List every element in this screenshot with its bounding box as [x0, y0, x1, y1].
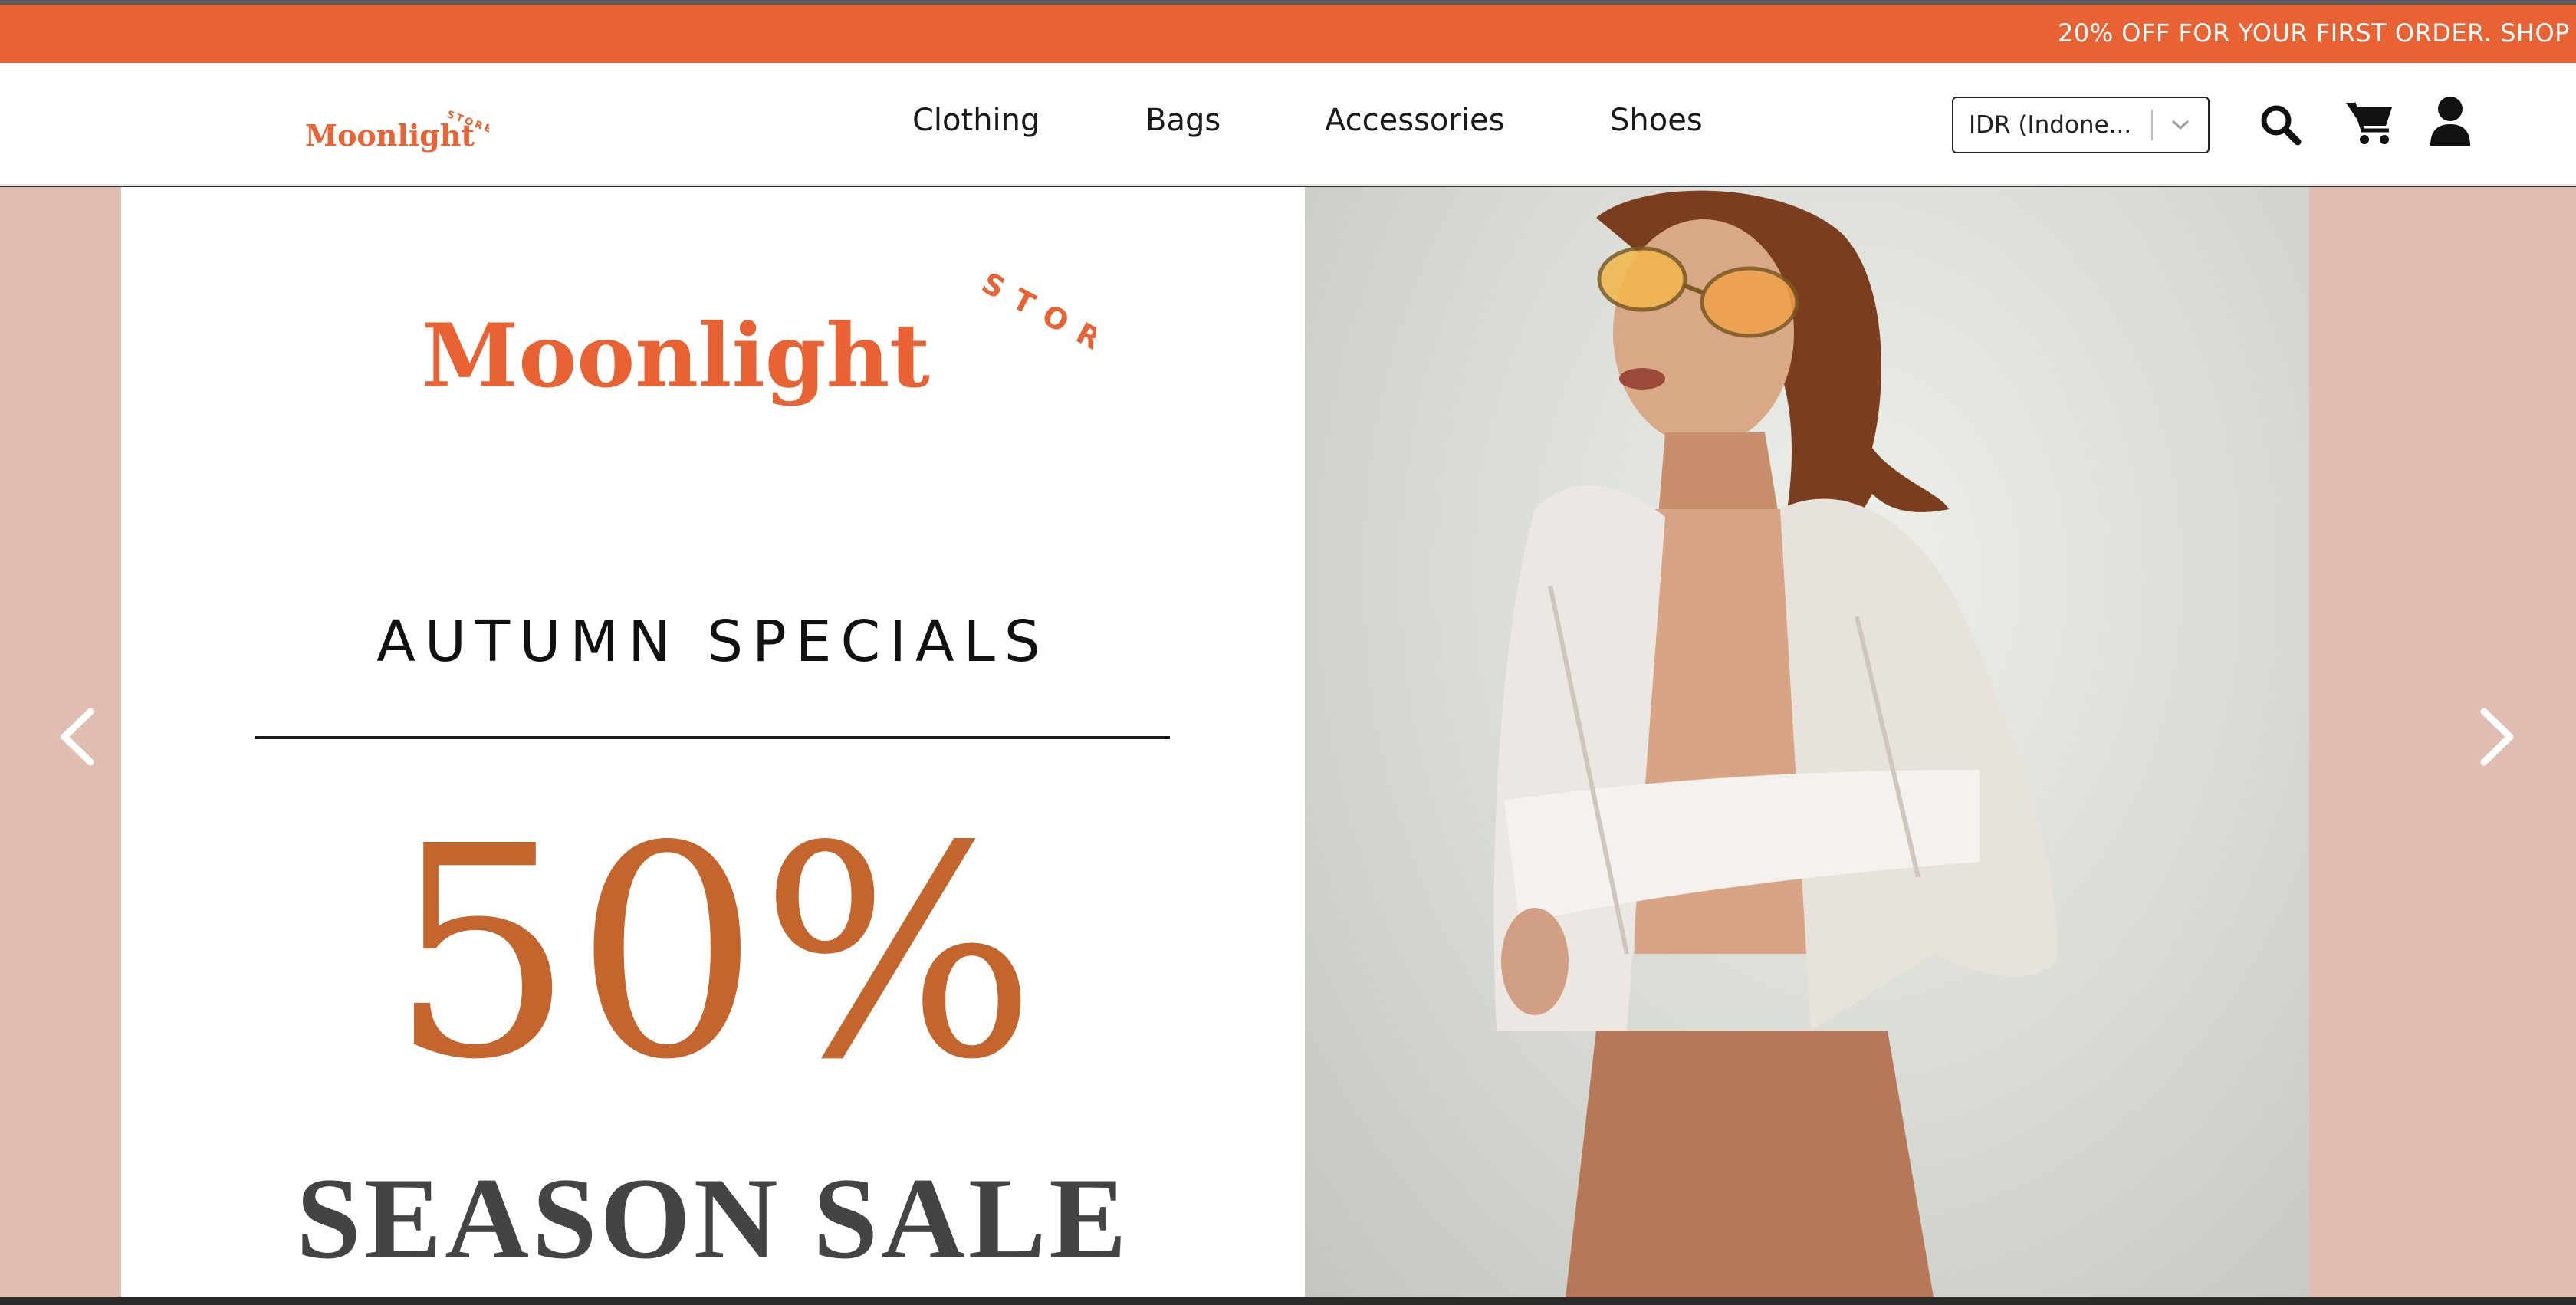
hero-model-image[interactable] [1305, 187, 2309, 1297]
hero-logo: Moonlight STORE [422, 266, 1096, 407]
chevron-down-icon [2153, 119, 2208, 131]
nav-accessories[interactable]: Accessories [1325, 103, 1504, 138]
user-icon[interactable] [2427, 95, 2473, 149]
promo-eyebrow: AUTUMN SPECIALS [376, 609, 1050, 675]
promo-panel: Moonlight STORE AUTUMN SPECIALS 50% SEAS… [121, 187, 1305, 1297]
promo-headline: SEASON SALE [296, 1154, 1130, 1283]
site-header: Moonlight STORE Clothing Bags Accessorie… [0, 63, 2576, 186]
nav-shoes[interactable]: Shoes [1610, 103, 1703, 138]
svg-text:Moonlight: Moonlight [305, 118, 475, 153]
currency-select[interactable]: IDR (Indone... [1952, 97, 2210, 153]
svg-text:STORE: STORE [976, 266, 1096, 379]
currency-value: IDR (Indone... [1969, 111, 2132, 139]
nav-bags[interactable]: Bags [1145, 103, 1221, 138]
search-icon[interactable] [2257, 101, 2303, 147]
carousel-prev-arrow[interactable] [48, 702, 109, 771]
hero-carousel: Moonlight STORE AUTUMN SPECIALS 50% SEAS… [0, 187, 2576, 1297]
promo-discount: 50% [389, 784, 1037, 1123]
announcement-text[interactable]: 20% OFF FOR YOUR FIRST ORDER. SHOP NOW [2058, 18, 2576, 48]
announcement-bar[interactable]: 20% OFF FOR YOUR FIRST ORDER. SHOP NOW [0, 5, 2576, 63]
header-logo[interactable]: Moonlight STORE [305, 98, 489, 159]
cart-icon[interactable] [2344, 97, 2395, 147]
model-illustration [1493, 190, 2058, 1297]
promo-divider [255, 736, 1170, 739]
nav-clothing[interactable]: Clothing [912, 103, 1040, 138]
svg-text:Moonlight: Moonlight [422, 304, 930, 407]
carousel-next-arrow[interactable] [2466, 702, 2527, 771]
